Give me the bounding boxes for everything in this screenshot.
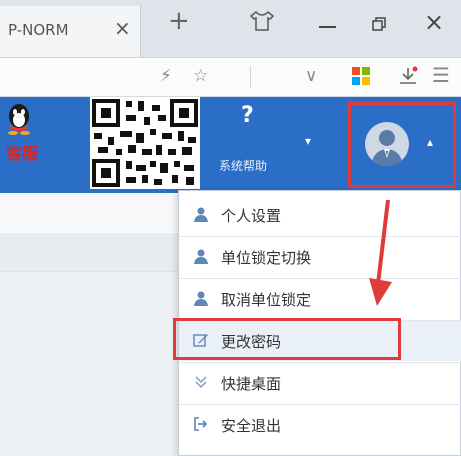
- apps-icon[interactable]: [352, 67, 370, 85]
- hamburger-menu-icon[interactable]: ☰: [432, 63, 450, 87]
- menu-item-label: 安全退出: [221, 417, 282, 435]
- user-icon: [194, 291, 208, 306]
- menu-item-personal-settings[interactable]: 个人设置: [179, 195, 461, 235]
- user-icon: [194, 207, 208, 222]
- star-icon[interactable]: ☆: [193, 66, 208, 86]
- restore-window-icon[interactable]: [372, 17, 386, 31]
- qr-code-image: [90, 97, 200, 189]
- highlight-box: [173, 318, 401, 360]
- menu-item-switch-unit-lock[interactable]: 单位锁定切换: [179, 237, 461, 277]
- menu-item-cancel-unit-lock[interactable]: 取消单位锁定: [179, 279, 461, 319]
- skin-icon[interactable]: [249, 10, 275, 32]
- app-header: 客服 ? 系统帮助 ▾ ▴: [0, 97, 461, 193]
- menu-item-label: 个人设置: [221, 207, 282, 225]
- user-menu-trigger[interactable]: ▴: [348, 102, 456, 188]
- qq-penguin-icon[interactable]: [6, 103, 32, 135]
- menu-item-label: 取消单位锁定: [221, 291, 312, 309]
- browser-tab-strip: P-NORM × + ×: [0, 0, 461, 58]
- help-dropdown-caret-icon[interactable]: ▾: [305, 134, 311, 148]
- system-help-label[interactable]: 系统帮助: [219, 157, 267, 174]
- browser-tab[interactable]: P-NORM ×: [0, 6, 141, 57]
- help-icon[interactable]: ?: [241, 103, 254, 128]
- tab-close-icon[interactable]: ×: [114, 16, 131, 40]
- menu-item-label: 快捷桌面: [221, 375, 282, 393]
- double-chevron-down-icon: [195, 376, 207, 389]
- close-window-icon[interactable]: ×: [424, 8, 444, 36]
- customer-service-label[interactable]: 客服: [6, 140, 38, 164]
- menu-item-quick-desktop[interactable]: 快捷桌面: [179, 363, 461, 403]
- logout-icon: [194, 417, 208, 431]
- user-avatar-icon[interactable]: [365, 122, 409, 166]
- minimize-icon[interactable]: [319, 26, 336, 28]
- annotation-arrow-icon: [369, 199, 392, 306]
- tab-title: P-NORM: [8, 21, 69, 39]
- menu-item-safe-logout[interactable]: 安全退出: [179, 405, 461, 445]
- browser-toolbar: ⚡ ☆ ∨ ☰: [0, 58, 461, 97]
- new-tab-icon[interactable]: +: [168, 6, 190, 36]
- user-icon: [194, 249, 208, 264]
- user-menu-caret-icon[interactable]: ▴: [427, 135, 433, 149]
- toolbar-divider: [250, 66, 251, 88]
- menu-item-label: 单位锁定切换: [221, 249, 312, 267]
- chevron-down-icon[interactable]: ∨: [305, 66, 317, 86]
- download-icon[interactable]: [397, 65, 419, 87]
- flash-icon[interactable]: ⚡: [160, 66, 172, 86]
